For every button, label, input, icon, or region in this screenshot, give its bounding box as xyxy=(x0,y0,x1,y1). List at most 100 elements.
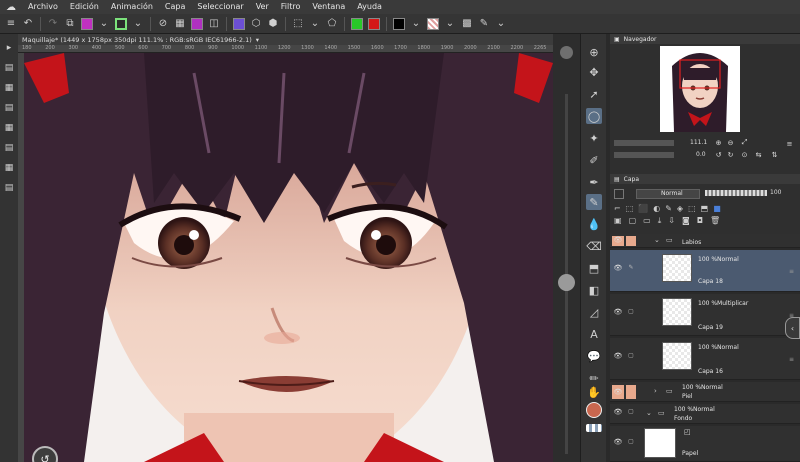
eye-icon[interactable]: 👁 xyxy=(612,352,624,360)
lock-icon[interactable]: ▢ xyxy=(626,352,636,359)
layer-row[interactable]: 👁 ▢ 100 %Multiplicar Capa 19 ≡ xyxy=(610,294,800,336)
rotate-left-icon[interactable]: ↺ xyxy=(714,150,723,159)
black-color-icon[interactable] xyxy=(392,17,406,31)
merge-icon[interactable]: ⤓ xyxy=(658,216,662,226)
layer-row[interactable]: 👁 › ▭ 100 %Normal Piel xyxy=(610,382,800,402)
flip-icon[interactable]: ⇆ xyxy=(754,150,763,159)
drag-handle-icon[interactable]: ≡ xyxy=(789,268,794,275)
magenta-swatch-icon[interactable] xyxy=(190,17,204,31)
layer-icon[interactable]: ▤ xyxy=(3,142,15,154)
layer-icon[interactable]: ▤ xyxy=(3,102,15,114)
lasso-icon[interactable]: ◯ xyxy=(586,108,602,124)
zoom-slider[interactable] xyxy=(614,140,674,146)
hamburger-menu-icon[interactable]: ≡ xyxy=(4,17,18,31)
lock-transparency-icon[interactable]: ⬛ xyxy=(638,204,648,213)
layer-property-icon[interactable] xyxy=(614,189,624,199)
layer-icon[interactable]: ▤ xyxy=(3,62,15,74)
flip-vertical-icon[interactable]: ⇅ xyxy=(770,150,779,159)
layer-icon[interactable]: ▤ xyxy=(3,182,15,194)
layer-color-icon[interactable] xyxy=(232,17,246,31)
zoom-out-icon[interactable]: ⊖ xyxy=(726,138,735,147)
layer-row[interactable]: 👁 ▢ 100 %Normal Capa 16 ≡ xyxy=(610,338,800,380)
chevron-right-icon[interactable]: › xyxy=(654,387,657,395)
eraser-icon[interactable]: ⌫ xyxy=(586,238,602,254)
pattern-swatch-icon[interactable] xyxy=(426,17,440,31)
zoom-icon[interactable]: ⊕ xyxy=(586,44,602,60)
balloon-icon[interactable]: 💬 xyxy=(586,348,602,364)
clear-icon[interactable]: ⊘ xyxy=(156,17,170,31)
palette-icon[interactable]: ◈ xyxy=(677,204,683,213)
menu-edicion[interactable]: Edición xyxy=(64,0,105,14)
chevron-down-icon[interactable]: ⌄ xyxy=(443,17,457,31)
lock-icon[interactable] xyxy=(626,236,636,246)
eye-icon[interactable]: 👁 xyxy=(612,408,624,416)
red-swatch-icon[interactable] xyxy=(367,17,381,31)
lock-icon[interactable] xyxy=(626,385,636,399)
grid-icon[interactable]: ▦ xyxy=(3,82,15,94)
chevron-down-icon[interactable]: ⌄ xyxy=(131,17,145,31)
reference-icon[interactable]: ⬚ xyxy=(626,204,634,213)
draft-icon[interactable]: ✎ xyxy=(665,204,672,213)
eye-icon[interactable]: 👁 xyxy=(612,264,624,272)
menu-filtro[interactable]: Filtro xyxy=(275,0,307,14)
eye-icon[interactable]: 👁 xyxy=(612,385,624,399)
pen-icon[interactable]: ✎ xyxy=(626,264,636,271)
panel-toggle-icon[interactable]: ▸ xyxy=(3,42,15,54)
fill-icon[interactable]: ▦ xyxy=(173,17,187,31)
menu-ayuda[interactable]: Ayuda xyxy=(351,0,388,14)
app-logo-icon[interactable]: ☁ xyxy=(0,0,22,14)
eye-icon[interactable]: 👁 xyxy=(612,236,624,246)
blend-mode-select[interactable]: Normal xyxy=(636,189,700,199)
lock-icon[interactable]: ▢ xyxy=(626,408,636,415)
clip-icon[interactable]: ⌐ xyxy=(614,204,621,213)
rotate-right-icon[interactable]: ↻ xyxy=(726,150,735,159)
mask-add-icon[interactable]: ◙ xyxy=(682,216,690,226)
opacity-slider[interactable] xyxy=(705,190,767,196)
brush-icon[interactable]: ✎ xyxy=(586,194,602,210)
eyedropper-icon[interactable]: ✎ xyxy=(477,17,491,31)
expand-icon[interactable]: ⬒ xyxy=(701,204,709,213)
menu-icon[interactable]: ≡ xyxy=(785,139,794,148)
canvas[interactable]: ↺ xyxy=(24,53,553,462)
fit-icon[interactable]: ⤢ xyxy=(740,138,749,147)
layer-row[interactable]: 👁 ⌄ ▭ Labios xyxy=(610,234,800,248)
grid-icon[interactable]: ▦ xyxy=(3,122,15,134)
mask-apply-icon[interactable]: ◘ xyxy=(697,216,703,226)
guide-icon[interactable]: ⬠ xyxy=(325,17,339,31)
main-color-icon[interactable] xyxy=(586,402,602,418)
new-raster-icon[interactable]: ▣ xyxy=(614,216,622,226)
eyedropper-icon[interactable]: ✐ xyxy=(586,152,602,168)
chevron-down-icon[interactable]: ⌄ xyxy=(308,17,322,31)
color-icon[interactable]: ■ xyxy=(713,204,721,213)
collapse-panel-icon[interactable]: ‹ xyxy=(785,317,800,339)
menu-archivo[interactable]: Archivo xyxy=(22,0,64,14)
menu-capa[interactable]: Capa xyxy=(159,0,191,14)
ruler-icon[interactable]: ⬚ xyxy=(291,17,305,31)
chevron-down-icon[interactable]: ▾ xyxy=(256,36,259,44)
layer-row[interactable]: 👁 ▢ ◰ Papel xyxy=(610,426,800,462)
text-icon[interactable]: A xyxy=(586,326,602,342)
figure-icon[interactable]: ◿ xyxy=(586,304,602,320)
chevron-down-icon[interactable]: ⌄ xyxy=(646,409,652,417)
layer-tab[interactable]: Capa xyxy=(624,176,639,183)
selection-color-icon[interactable] xyxy=(80,17,94,31)
drag-handle-icon[interactable]: ≡ xyxy=(789,356,794,363)
operation-icon[interactable]: ➚ xyxy=(586,86,602,102)
grid-icon[interactable]: ▦ xyxy=(3,162,15,174)
navigator-thumbnail[interactable] xyxy=(660,46,740,132)
chevron-down-icon[interactable]: ⌄ xyxy=(97,17,111,31)
transparent-color-icon[interactable] xyxy=(586,424,602,432)
ruler-icon[interactable]: ⬚ xyxy=(688,204,696,213)
new-folder-icon[interactable]: ▭ xyxy=(643,216,651,226)
eye-icon[interactable]: 👁 xyxy=(612,438,624,446)
chevron-down-icon[interactable]: ⌄ xyxy=(494,17,508,31)
hand-icon[interactable]: ✋ xyxy=(586,384,602,400)
layer-mask-icon[interactable]: ⬢ xyxy=(266,17,280,31)
rotation-slider[interactable] xyxy=(614,152,674,158)
menu-animacion[interactable]: Animación xyxy=(105,0,159,14)
gradient-icon[interactable]: ◧ xyxy=(586,282,602,298)
layer-row[interactable]: 👁 ▢ ⌄ ▭ 100 %Normal Fondo xyxy=(610,404,800,424)
selection-launcher-icon[interactable] xyxy=(114,17,128,31)
checker-icon[interactable]: ▩ xyxy=(460,17,474,31)
brush-dot-icon[interactable] xyxy=(560,46,573,59)
